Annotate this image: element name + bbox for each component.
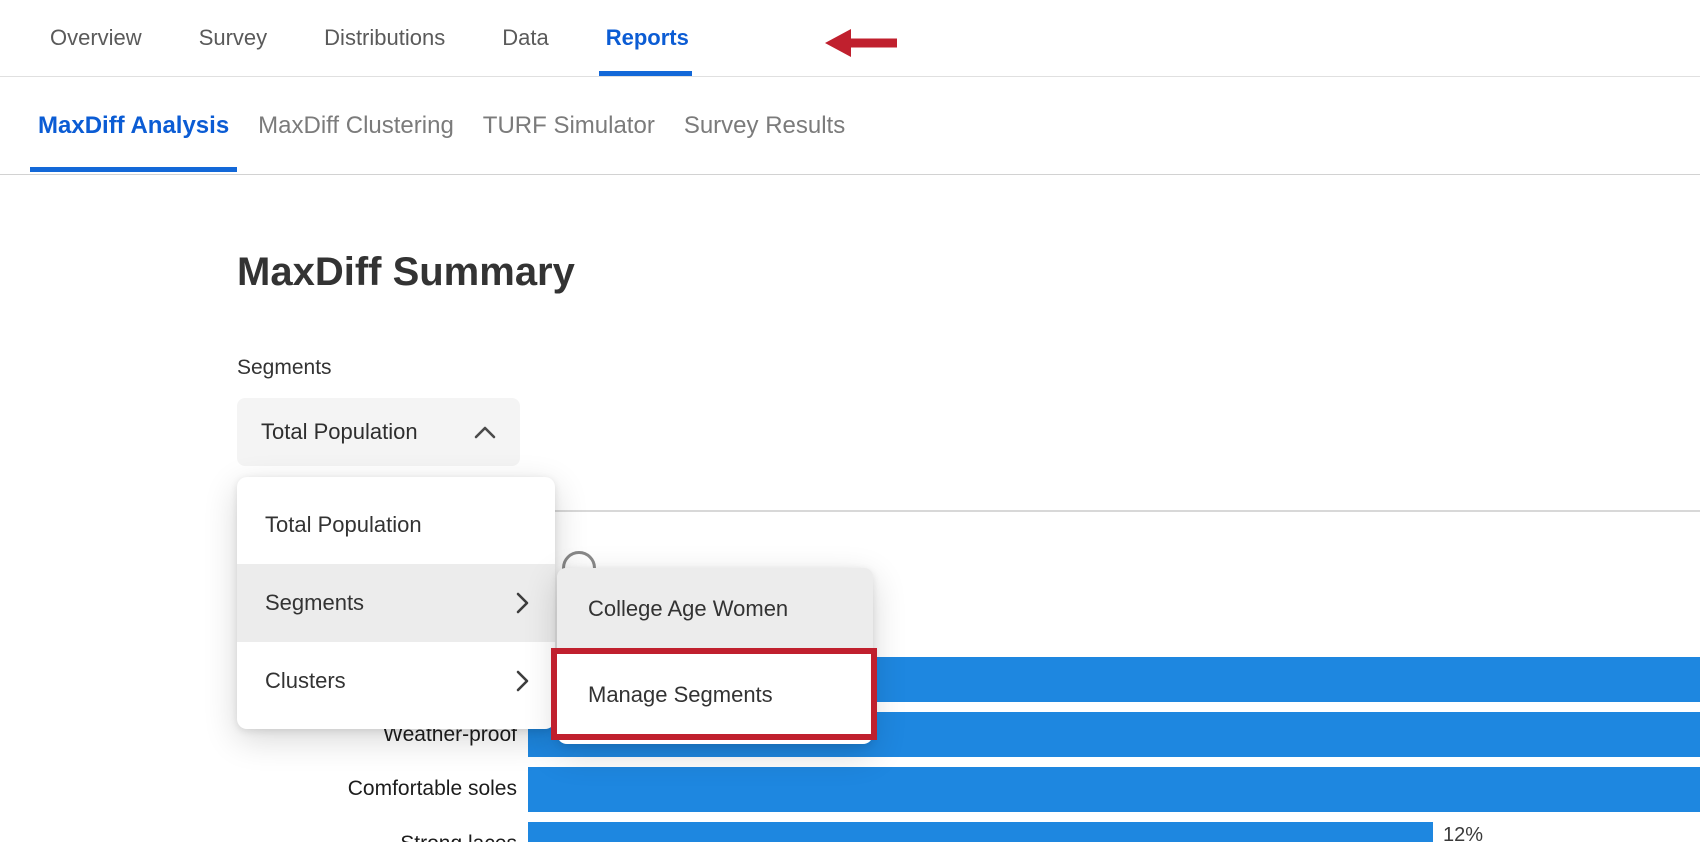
menu-item-clusters[interactable]: Clusters (237, 642, 555, 720)
bar-value-label: 12% (1443, 824, 1483, 842)
bar-row-4 (528, 822, 1433, 842)
segment-selector-button[interactable]: Total Population (237, 398, 520, 466)
report-sub-nav: MaxDiff Analysis MaxDiff Clustering TURF… (0, 77, 1700, 175)
annotation-box (551, 648, 877, 740)
tab-distributions[interactable]: Distributions (324, 0, 445, 76)
segment-dropdown-menu: Total Population Segments Clusters (237, 477, 555, 729)
tab-overview[interactable]: Overview (50, 0, 142, 76)
chevron-up-icon (474, 426, 496, 439)
segment-selector-value: Total Population (261, 419, 418, 445)
segments-label: Segments (237, 356, 332, 380)
subtab-survey-results[interactable]: Survey Results (684, 77, 845, 174)
bar-label-comfortable-soles: Comfortable soles (237, 777, 517, 801)
menu-item-label: Clusters (265, 668, 346, 694)
page-title: MaxDiff Summary (237, 250, 575, 295)
annotation-arrow-icon (824, 26, 898, 60)
active-tab-underline (599, 71, 692, 76)
menu-item-label: Segments (265, 590, 364, 616)
menu-item-segments[interactable]: Segments (237, 564, 555, 642)
subtab-maxdiff-analysis[interactable]: MaxDiff Analysis (38, 77, 229, 174)
bar-row-3 (528, 767, 1700, 812)
tab-reports-label: Reports (606, 25, 689, 51)
submenu-item-college-age-women[interactable]: College Age Women (557, 568, 873, 650)
menu-item-label: Total Population (265, 512, 422, 538)
app-screen: Overview Survey Distributions Data Repor… (0, 0, 1700, 842)
menu-item-total-population[interactable]: Total Population (237, 486, 555, 564)
tab-reports[interactable]: Reports (606, 0, 689, 76)
tab-survey[interactable]: Survey (199, 0, 267, 76)
subtab-maxdiff-clustering[interactable]: MaxDiff Clustering (258, 77, 454, 174)
subtab-maxdiff-analysis-label: MaxDiff Analysis (38, 112, 229, 140)
subtab-turf-simulator[interactable]: TURF Simulator (483, 77, 655, 174)
bar-label-strong-laces: Strong laces (237, 832, 517, 842)
chevron-right-icon (516, 592, 529, 614)
active-subtab-underline (30, 167, 237, 172)
tab-data[interactable]: Data (502, 0, 548, 76)
chevron-right-icon (516, 670, 529, 692)
